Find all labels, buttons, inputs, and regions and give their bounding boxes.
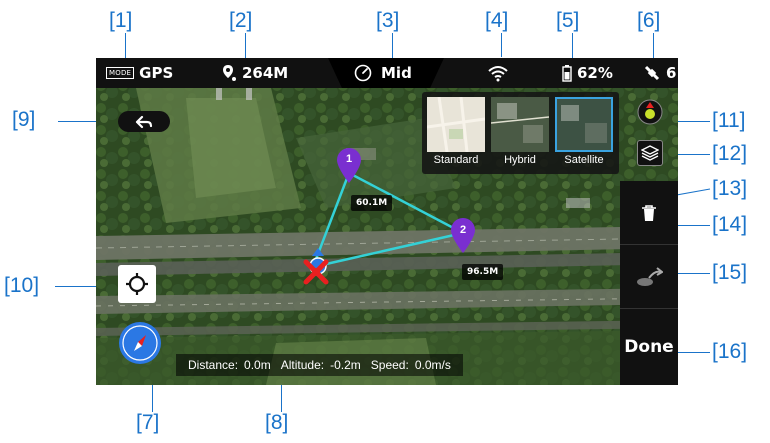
distance-value: 0.0m (244, 358, 271, 372)
back-button[interactable] (118, 111, 170, 132)
distance-indicator: 264M (221, 58, 288, 88)
flight-info-bar: Distance: 0.0m Altitude: -0.2m Speed: 0.… (176, 354, 463, 376)
map-type-satellite[interactable]: Satellite (555, 97, 613, 169)
battery-indicator: 62% (562, 58, 613, 88)
map-type-hybrid[interactable]: Hybrid (491, 97, 549, 169)
home-point-button[interactable] (637, 99, 663, 125)
route-icon (637, 266, 663, 286)
satellite-indicator: 6 (643, 58, 676, 88)
speed-label: Speed: (370, 358, 409, 372)
flight-mode-indicator[interactable]: MODE GPS (106, 58, 173, 88)
callout-8: [8] (265, 411, 289, 434)
distance-value-status: 264M (242, 64, 289, 82)
satellite-count: 6 (666, 64, 677, 82)
callout-13: [13] (712, 177, 748, 200)
battery-icon (562, 65, 572, 82)
satellite-map-thumbnail (555, 97, 613, 152)
status-bar: MODE GPS 264M Mid 62% 6 (96, 58, 678, 88)
leader-line-4 (501, 33, 502, 57)
gps-label: GPS (139, 64, 174, 82)
callout-10: [10] (4, 274, 40, 297)
callout-12: [12] (712, 142, 748, 165)
speed-mode-value: Mid (381, 64, 412, 82)
callout-15: [15] (712, 261, 748, 284)
map-type-label-hybrid: Hybrid (504, 154, 536, 166)
callout-3: [3] (376, 9, 400, 32)
callout-1: [1] (109, 9, 133, 32)
altitude-value: -0.2m (330, 358, 361, 372)
standard-map-thumbnail (427, 97, 485, 152)
distance-label: Distance: (188, 358, 239, 372)
hybrid-map-thumbnail (491, 97, 549, 152)
waypoint-distance-label-1: 60.1M (351, 195, 393, 211)
waypoint-number-2: 2 (459, 224, 467, 236)
done-label: Done (624, 337, 674, 357)
delete-waypoint-button[interactable] (620, 181, 678, 245)
waypoint-distance-label-2: 96.5M (462, 264, 504, 280)
map-type-standard[interactable]: Standard (427, 97, 485, 169)
callout-5: [5] (556, 9, 580, 32)
wifi-icon (488, 66, 508, 82)
map-type-label-satellite: Satellite (564, 154, 604, 166)
altitude-label: Altitude: (280, 358, 325, 372)
map-screen[interactable]: 1 60.1M 2 96.5M Distance: 0.0m Altitude:… (96, 58, 678, 385)
callout-16: [16] (712, 340, 748, 363)
right-action-panel: Done (620, 181, 678, 385)
callout-11: [11] (712, 109, 746, 132)
locate-button[interactable] (118, 265, 156, 303)
battery-value: 62% (577, 64, 613, 82)
locate-crosshair-icon (126, 273, 148, 295)
map-type-label-standard: Standard (433, 154, 479, 166)
speed-mode-indicator[interactable]: Mid (354, 58, 412, 88)
waypoint-number-1: 1 (345, 153, 353, 165)
done-button[interactable]: Done (620, 309, 678, 385)
map-layers-button[interactable] (637, 140, 663, 166)
speedometer-icon (354, 64, 372, 82)
satellite-icon (644, 65, 660, 81)
compass-icon[interactable] (118, 321, 162, 365)
callout-6: [6] (637, 9, 661, 32)
route-button[interactable] (620, 245, 678, 309)
aircraft-icon (303, 259, 329, 285)
wifi-indicator (487, 58, 509, 88)
mode-badge: MODE (106, 67, 135, 79)
callout-9: [9] (12, 108, 36, 131)
layers-icon (641, 145, 659, 161)
trash-icon (642, 204, 656, 221)
back-arrow-icon (135, 115, 153, 128)
callout-2: [2] (229, 9, 253, 32)
callout-14: [14] (712, 213, 748, 236)
distance-pin-icon (223, 65, 236, 81)
callout-7: [7] (136, 411, 160, 434)
callout-4: [4] (485, 9, 509, 32)
speed-value: 0.0m/s (414, 358, 451, 372)
map-type-panel: Standard Hybrid Satellite (422, 92, 619, 174)
